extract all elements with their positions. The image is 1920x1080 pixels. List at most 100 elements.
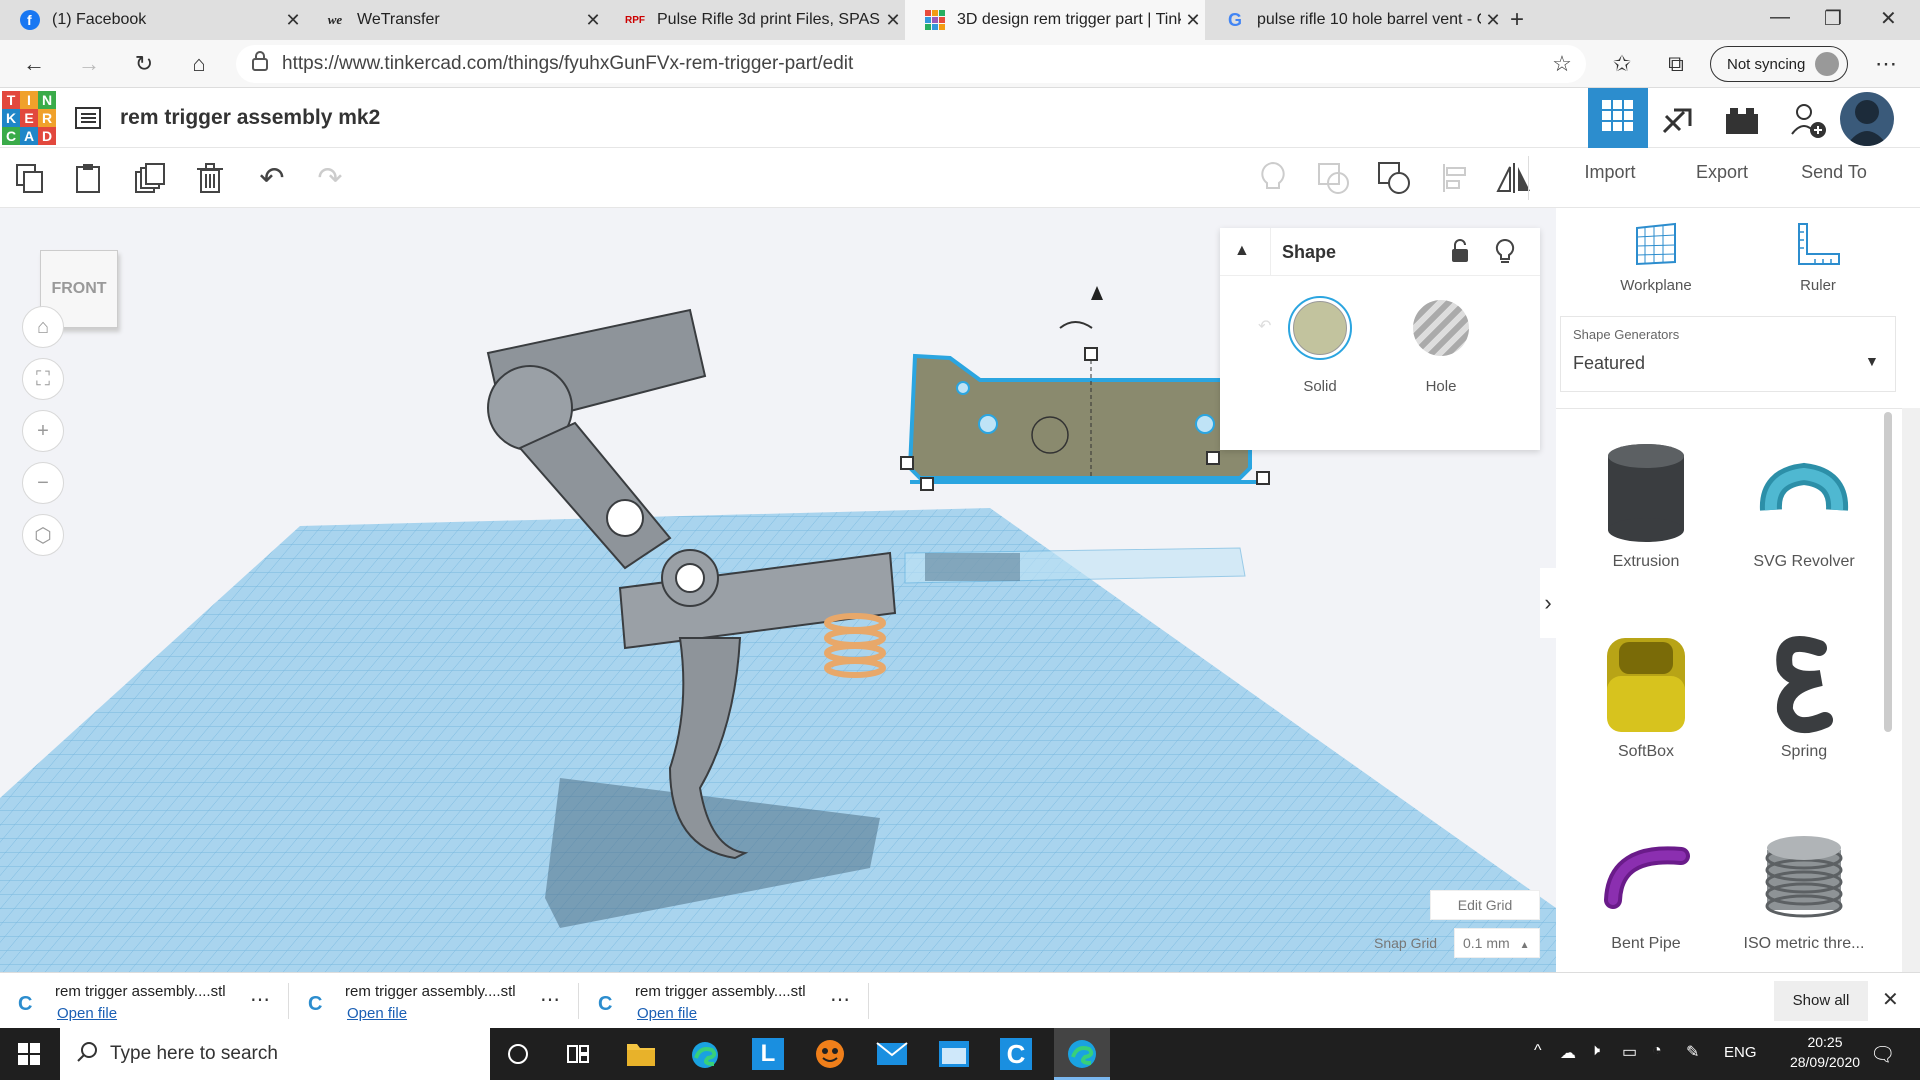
workplane-button[interactable]: Workplane — [1606, 222, 1706, 294]
taskbar-search[interactable]: Type here to search — [60, 1028, 490, 1080]
cura-icon[interactable]: C — [1000, 1038, 1032, 1070]
app-face-icon[interactable] — [814, 1038, 846, 1075]
solid-button[interactable] — [1288, 296, 1352, 360]
import-button[interactable]: Import — [1560, 162, 1660, 183]
shape-spring[interactable]: Spring — [1729, 628, 1879, 761]
more-options-icon[interactable]: ⋯ — [250, 987, 270, 1012]
paste-icon[interactable] — [68, 158, 108, 198]
ruler-button[interactable]: Ruler — [1768, 222, 1868, 294]
shape-softbox[interactable]: SoftBox — [1571, 628, 1721, 761]
bricks-icon[interactable] — [1724, 104, 1760, 136]
sync-button[interactable]: Not syncing — [1710, 46, 1848, 82]
close-tab-icon[interactable]: ✕ — [281, 10, 305, 31]
align-icon[interactable] — [1436, 158, 1476, 198]
new-tab-icon[interactable]: + — [1510, 6, 1524, 34]
note-light-icon[interactable] — [1253, 158, 1293, 198]
ungroup-icon[interactable] — [1374, 158, 1414, 198]
hole-button[interactable] — [1413, 300, 1469, 356]
design-title[interactable]: rem trigger assembly mk2 — [120, 106, 380, 130]
show-all-button[interactable]: Show all — [1774, 981, 1868, 1021]
download-item[interactable]: C rem trigger assembly....stl Open file … — [14, 981, 284, 1025]
undo-icon[interactable]: ↶ — [252, 158, 292, 198]
chevron-right-icon[interactable]: › — [1540, 568, 1556, 638]
more-menu-icon[interactable]: ⋯ — [1872, 50, 1900, 78]
language-indicator[interactable]: ENG — [1724, 1044, 1757, 1061]
open-file-link[interactable]: Open file — [57, 1005, 117, 1022]
close-downloads-icon[interactable]: ✕ — [1882, 987, 1899, 1012]
copy-icon[interactable] — [10, 158, 50, 198]
undo-color-icon[interactable]: ↶ — [1258, 316, 1271, 336]
home-view-icon[interactable]: ⌂ — [22, 306, 64, 348]
app-window-icon[interactable] — [938, 1040, 970, 1073]
tab-pulse-rifle[interactable]: RPF Pulse Rifle 3d print Files, SPAS ca … — [605, 0, 905, 40]
maximize-icon[interactable]: ❐ — [1824, 6, 1842, 31]
send-to-button[interactable]: Send To — [1784, 162, 1884, 183]
more-options-icon[interactable]: ⋯ — [830, 987, 850, 1012]
clock[interactable]: 20:25 28/09/2020 — [1770, 1034, 1880, 1070]
zoom-out-icon[interactable]: − — [22, 462, 64, 504]
zoom-in-icon[interactable]: + — [22, 410, 64, 452]
add-user-icon[interactable] — [1788, 100, 1828, 140]
redo-icon[interactable]: ↷ — [310, 158, 350, 198]
edit-grid-button[interactable]: Edit Grid — [1430, 890, 1540, 920]
volume-muted-icon[interactable]: 🕨 — [1590, 1042, 1600, 1060]
pen-icon[interactable]: ✎ — [1686, 1042, 1699, 1062]
perspective-icon[interactable]: ⬡ — [22, 514, 64, 556]
codeblocks-icon[interactable] — [1660, 102, 1696, 138]
shape-svg-revolver[interactable]: SVG Revolver — [1729, 438, 1879, 571]
tab-wetransfer[interactable]: we WeTransfer ✕ — [305, 0, 605, 40]
reload-icon[interactable]: ↻ — [130, 50, 158, 78]
collapse-icon[interactable]: ▲ — [1234, 242, 1250, 260]
window-close-icon[interactable]: ✕ — [1880, 6, 1897, 31]
shape-iso-metric-thread[interactable]: ISO metric thre... — [1729, 820, 1879, 953]
light-bulb-icon[interactable] — [1495, 238, 1515, 271]
minimize-icon[interactable]: — — [1770, 6, 1790, 29]
collections-icon[interactable]: ⧉ — [1662, 50, 1690, 78]
tab-google[interactable]: G pulse rifle 10 hole barrel vent - G ✕ — [1205, 0, 1505, 40]
battery-icon[interactable]: ▭ — [1622, 1042, 1637, 1062]
open-file-link[interactable]: Open file — [637, 1005, 697, 1022]
lift-arrow-handle[interactable] — [1091, 286, 1103, 300]
lock-icon[interactable] — [1450, 238, 1470, 269]
favorite-star-icon[interactable]: ☆ — [1548, 50, 1576, 78]
home-icon[interactable]: ⌂ — [185, 50, 213, 78]
mail-icon[interactable] — [876, 1042, 908, 1071]
app-l-icon[interactable]: L — [752, 1038, 784, 1070]
scrollbar-thumb[interactable] — [1884, 412, 1892, 732]
show-hidden-icons[interactable]: ^ — [1534, 1042, 1542, 1060]
url-field[interactable]: https://www.tinkercad.com/things/fyuhxGu… — [236, 45, 1586, 83]
3d-viewport[interactable]: FRONT ⌂ ⛶ + − ⬡ ▲ Shape ↶ Solid Hole Edi… — [0, 208, 1556, 972]
tinkercad-logo[interactable]: T I N K E R C A D — [2, 91, 56, 145]
rotate-handle[interactable] — [1059, 321, 1093, 329]
close-tab-icon[interactable]: ✕ — [581, 10, 605, 31]
group-icon[interactable] — [1313, 158, 1353, 198]
duplicate-icon[interactable] — [130, 158, 170, 198]
download-item[interactable]: C rem trigger assembly....stl Open file … — [594, 981, 864, 1025]
design-list-icon[interactable] — [74, 104, 102, 132]
edge-active-task[interactable] — [1054, 1028, 1110, 1080]
snap-grid-select[interactable]: 0.1 mm ▲ — [1454, 928, 1540, 958]
user-avatar[interactable] — [1840, 92, 1894, 146]
back-icon[interactable]: ← — [20, 50, 48, 78]
task-view-icon[interactable] — [566, 1042, 590, 1071]
cortana-icon[interactable] — [506, 1042, 530, 1071]
fit-view-icon[interactable]: ⛶ — [22, 358, 64, 400]
close-tab-icon[interactable]: ✕ — [1181, 10, 1205, 31]
download-item[interactable]: C rem trigger assembly....stl Open file … — [304, 981, 574, 1025]
open-file-link[interactable]: Open file — [347, 1005, 407, 1022]
edge-browser-icon[interactable] — [690, 1040, 720, 1075]
tab-tinkercad[interactable]: 3D design rem trigger part | Tink ✕ — [905, 0, 1205, 40]
more-options-icon[interactable]: ⋯ — [540, 987, 560, 1012]
shape-bent-pipe[interactable]: Bent Pipe — [1571, 820, 1721, 953]
export-button[interactable]: Export — [1672, 162, 1772, 183]
close-tab-icon[interactable]: ✕ — [1481, 10, 1505, 31]
close-tab-icon[interactable]: ✕ — [881, 10, 905, 31]
notifications-icon[interactable]: 🗨 — [1870, 1042, 1895, 1067]
scrollbar[interactable] — [1902, 408, 1920, 972]
shape-extrusion[interactable]: Extrusion — [1571, 438, 1721, 571]
3d-design-view-button[interactable] — [1588, 88, 1648, 148]
tab-facebook[interactable]: f (1) Facebook ✕ — [0, 0, 305, 40]
shape-generators-dropdown[interactable]: Shape Generators Featured ▼ — [1560, 316, 1896, 392]
delete-icon[interactable] — [190, 158, 230, 198]
file-explorer-icon[interactable] — [626, 1040, 656, 1073]
